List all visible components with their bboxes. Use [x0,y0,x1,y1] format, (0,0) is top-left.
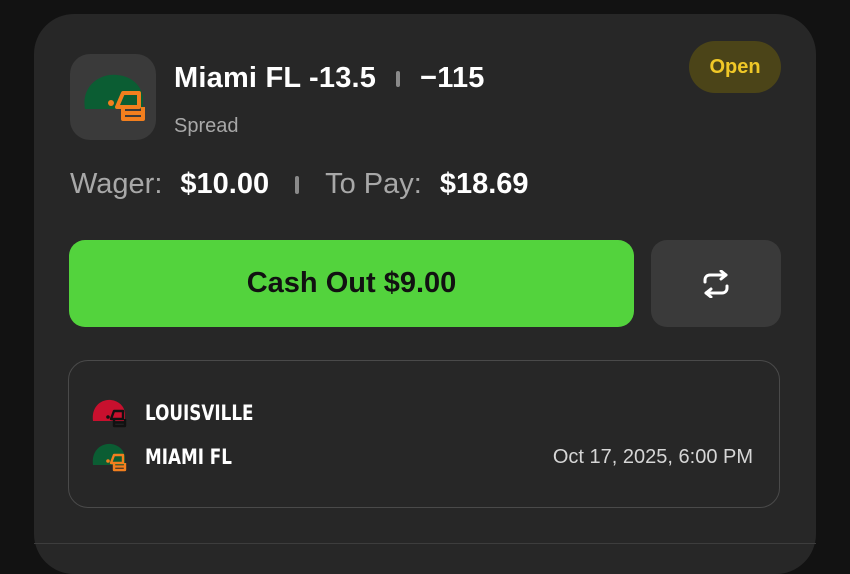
to-pay-value: $18.69 [439,168,529,200]
cash-out-label: Cash Out $9.00 [246,267,457,299]
wager-label: Wager: [70,168,163,200]
red-helmet-icon [92,399,127,428]
repeat-arrows-icon [703,269,729,298]
wager-value: $10.00 [180,168,270,200]
bet-market: Spread [174,115,239,137]
wager-row: Wager: $10.00 To Pay: $18.69 [70,168,529,201]
game-datetime: Oct 17, 2025, 6:00 PM [552,446,753,468]
team-row-miami: MIAMI FL [91,441,254,473]
bet-odds: −115 [420,62,485,94]
team-row-louisville: LOUISVILLE [91,397,281,429]
team-logo [70,54,156,140]
team-name: LOUISVILLE [145,401,254,425]
bet-title: Miami FL -13.5 −115 [174,62,485,95]
game-info: LOUISVILLE MIAMI FL Oct 17, 2025, 6:00 P… [68,360,780,508]
green-helmet-icon [92,443,127,472]
status-badge: Open [689,41,781,93]
cash-out-button[interactable]: Cash Out $9.00 [69,240,634,327]
title-separator [396,70,401,87]
swap-button[interactable] [651,240,781,327]
green-helmet-icon [84,74,145,121]
team-name: MIAMI FL [145,445,232,469]
to-pay-label: To Pay: [325,168,422,200]
bet-selection: Miami FL -13.5 [174,62,377,94]
divider [34,543,816,544]
wager-separator [295,175,300,194]
